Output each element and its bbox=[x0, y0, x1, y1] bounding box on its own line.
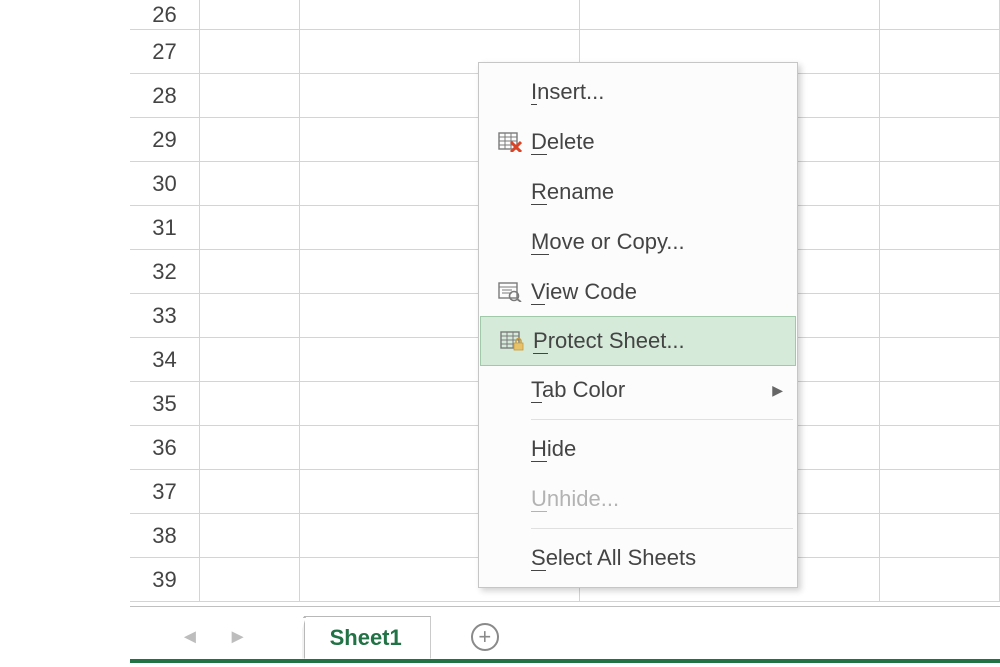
row-header[interactable]: 34 bbox=[130, 338, 200, 381]
cell[interactable] bbox=[200, 426, 300, 469]
cell[interactable] bbox=[200, 74, 300, 117]
sheet-context-menu: Insert... Delete Rename Move or Copy... bbox=[478, 62, 798, 588]
new-sheet-button[interactable]: + bbox=[471, 623, 499, 651]
row-header[interactable]: 29 bbox=[130, 118, 200, 161]
menu-rename[interactable]: Rename bbox=[479, 167, 797, 217]
cell[interactable] bbox=[880, 74, 1000, 117]
cell[interactable] bbox=[880, 514, 1000, 557]
nav-prev-icon[interactable]: ◄ bbox=[180, 626, 200, 649]
menu-select-all-sheets[interactable]: Select All Sheets bbox=[479, 533, 797, 583]
cell[interactable] bbox=[880, 382, 1000, 425]
menu-separator bbox=[531, 419, 793, 420]
cell[interactable] bbox=[200, 294, 300, 337]
cell[interactable] bbox=[200, 338, 300, 381]
row-header[interactable]: 28 bbox=[130, 74, 200, 117]
menu-insert[interactable]: Insert... bbox=[479, 67, 797, 117]
menu-move-or-copy[interactable]: Move or Copy... bbox=[479, 217, 797, 267]
cell[interactable] bbox=[200, 470, 300, 513]
row-header[interactable]: 39 bbox=[130, 558, 200, 601]
submenu-arrow-icon: ▶ bbox=[772, 382, 783, 399]
cell[interactable] bbox=[880, 162, 1000, 205]
sheet-tab-active[interactable]: Sheet1 bbox=[304, 616, 431, 659]
cell[interactable] bbox=[200, 558, 300, 601]
cell[interactable] bbox=[880, 30, 1000, 73]
view-code-icon bbox=[489, 282, 531, 302]
cell[interactable] bbox=[200, 0, 300, 29]
cell[interactable] bbox=[880, 338, 1000, 381]
row-header[interactable]: 36 bbox=[130, 426, 200, 469]
cell[interactable] bbox=[200, 382, 300, 425]
cell[interactable] bbox=[880, 470, 1000, 513]
cell[interactable] bbox=[200, 162, 300, 205]
cell[interactable] bbox=[200, 30, 300, 73]
protect-sheet-icon bbox=[491, 331, 533, 351]
menu-hide[interactable]: Hide bbox=[479, 424, 797, 474]
cell[interactable] bbox=[200, 118, 300, 161]
row-header[interactable]: 33 bbox=[130, 294, 200, 337]
cell[interactable] bbox=[880, 558, 1000, 601]
delete-sheet-icon bbox=[489, 132, 531, 152]
row-header[interactable]: 30 bbox=[130, 162, 200, 205]
row-header[interactable]: 31 bbox=[130, 206, 200, 249]
nav-next-icon[interactable]: ► bbox=[228, 626, 248, 649]
cell[interactable] bbox=[200, 514, 300, 557]
cell[interactable] bbox=[880, 118, 1000, 161]
cell[interactable] bbox=[880, 250, 1000, 293]
sheet-tab-strip: ◄ ► Sheet1 + bbox=[130, 607, 1000, 663]
cell[interactable] bbox=[880, 426, 1000, 469]
menu-tab-color[interactable]: Tab Color ▶ bbox=[479, 365, 797, 415]
row-header[interactable]: 37 bbox=[130, 470, 200, 513]
menu-separator bbox=[531, 528, 793, 529]
menu-delete[interactable]: Delete bbox=[479, 117, 797, 167]
menu-view-code[interactable]: View Code bbox=[479, 267, 797, 317]
row-header[interactable]: 27 bbox=[130, 30, 200, 73]
cell[interactable] bbox=[880, 0, 1000, 29]
cell[interactable] bbox=[880, 294, 1000, 337]
cell[interactable] bbox=[880, 206, 1000, 249]
cell[interactable] bbox=[200, 250, 300, 293]
menu-protect-sheet[interactable]: Protect Sheet... bbox=[480, 316, 796, 366]
cell[interactable] bbox=[300, 0, 580, 29]
row-header[interactable]: 35 bbox=[130, 382, 200, 425]
cell[interactable] bbox=[200, 206, 300, 249]
cell[interactable] bbox=[580, 0, 880, 29]
menu-unhide: Unhide... bbox=[479, 474, 797, 524]
row-header[interactable]: 26 bbox=[130, 0, 200, 29]
row-header[interactable]: 32 bbox=[130, 250, 200, 293]
row-header[interactable]: 38 bbox=[130, 514, 200, 557]
